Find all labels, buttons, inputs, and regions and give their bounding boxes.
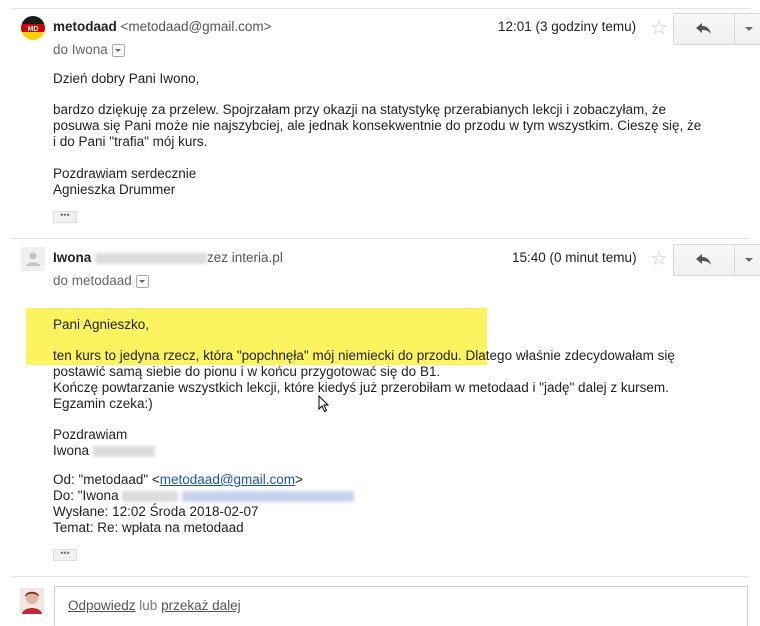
- recipient-line[interactable]: do Iwona: [53, 42, 125, 57]
- message-time: 12:01 (3 godziny temu): [498, 19, 637, 34]
- reply-link[interactable]: Odpowiedz: [68, 598, 136, 613]
- signature: Agnieszka Drummer: [53, 182, 176, 197]
- sender-avatar[interactable]: MD: [21, 16, 45, 40]
- sender-avatar[interactable]: [21, 247, 45, 271]
- quoted-subject: Temat: Re: wpłata na metodaad: [53, 520, 244, 535]
- star-icon[interactable]: ☆: [650, 18, 668, 38]
- forward-link[interactable]: przekaż dalej: [161, 598, 241, 613]
- paragraph-line: posuwa się Pani może nie najszybciej, al…: [53, 118, 702, 133]
- quoted-from: Od: "metodaad" <metodaad@gmail.com>: [53, 472, 303, 487]
- redacted-email: [182, 490, 355, 502]
- person-placeholder-icon: [26, 252, 40, 266]
- signature-first-name: Iwona: [53, 443, 90, 458]
- details-dropdown-icon[interactable]: [135, 274, 149, 288]
- reply-box[interactable]: Odpowiedz lub przekaż dalej: [54, 586, 748, 626]
- reply-button[interactable]: [674, 245, 735, 275]
- top-divider: [10, 8, 750, 9]
- paragraph-line: postawić samą siebie do pionu i w końcu …: [53, 364, 441, 379]
- sender-name[interactable]: Iwona: [53, 250, 91, 265]
- reply-divider: [10, 576, 750, 577]
- flag-avatar-icon: MD: [21, 16, 45, 40]
- recipient-line[interactable]: do metodaad: [53, 273, 149, 288]
- reply-arrow-icon: [696, 23, 711, 34]
- paragraph-line: Kończę powtarzanie wszystkich lekcji, kt…: [53, 380, 669, 395]
- reply-button-group: [673, 13, 760, 45]
- details-dropdown-icon[interactable]: [111, 43, 125, 57]
- signature: Iwona: [53, 443, 155, 459]
- recipient-label: do metodaad: [53, 273, 132, 288]
- redacted-text: [122, 490, 179, 502]
- star-icon[interactable]: ☆: [650, 249, 668, 269]
- my-avatar[interactable]: [20, 588, 44, 614]
- message-time: 15:40 (0 minut temu): [512, 250, 637, 265]
- sender-line: Iwona zez interia.pl: [53, 250, 283, 265]
- more-options-button[interactable]: [735, 245, 760, 275]
- reply-button-group: [673, 244, 760, 276]
- recipient-label: do Iwona: [53, 42, 108, 57]
- quoted-to: Do: "Iwona: [53, 488, 355, 504]
- reply-button[interactable]: [674, 14, 735, 44]
- show-trimmed-content-button[interactable]: •••: [53, 211, 77, 223]
- paragraph-line: Egzamin czeka:): [53, 396, 153, 411]
- chevron-down-icon: [745, 27, 753, 31]
- show-trimmed-content-button[interactable]: •••: [53, 549, 77, 561]
- quoted-sent: Wysłane: 12:02 Środa 2018-02-07: [53, 504, 259, 519]
- mouse-cursor-icon: [318, 395, 330, 413]
- redacted-text: [95, 252, 208, 264]
- reply-prompt: Odpowiedz lub przekaż dalej: [68, 598, 241, 613]
- sender-line: metodaad <metodaad@gmail.com>: [53, 19, 272, 34]
- greeting: Pani Agnieszko,: [53, 317, 150, 332]
- sender-name[interactable]: metodaad: [53, 19, 117, 34]
- paragraph-line: ten kurs to jedyna rzecz, która "popchnę…: [53, 348, 675, 363]
- closing: Pozdrawiam serdecznie: [53, 166, 197, 181]
- redacted-text: [92, 445, 155, 457]
- svg-text:MD: MD: [28, 26, 39, 33]
- chevron-down-icon: [745, 258, 753, 262]
- paragraph-line: bardzo dziękuję za przelew. Spojrzałam p…: [53, 102, 667, 117]
- reply-arrow-icon: [696, 254, 711, 265]
- more-options-button[interactable]: [735, 14, 760, 44]
- closing: Pozdrawiam: [53, 427, 128, 442]
- sender-email: <metodaad@gmail.com>: [120, 19, 272, 34]
- message-divider: [10, 238, 750, 239]
- greeting: Dzień dobry Pani Iwono,: [53, 71, 200, 86]
- paragraph-line: i do Pani "trafia" mój kurs.: [53, 134, 208, 149]
- user-photo-icon: [20, 588, 44, 614]
- quoted-from-email-link[interactable]: metodaad@gmail.com: [160, 472, 295, 487]
- sender-email: zez interia.pl: [207, 250, 283, 265]
